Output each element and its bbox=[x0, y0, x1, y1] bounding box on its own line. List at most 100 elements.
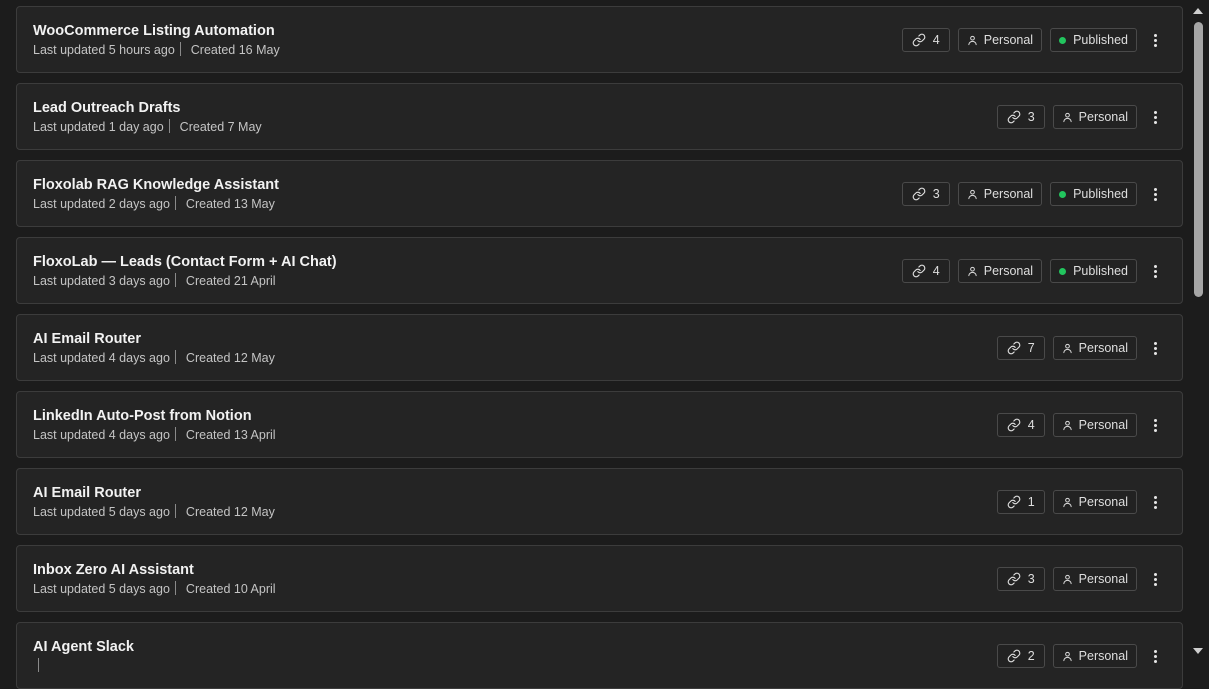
connections-badge[interactable]: 2 bbox=[996, 644, 1045, 668]
created-date: Created 16 May bbox=[190, 43, 280, 57]
status-label: Published bbox=[1073, 187, 1128, 201]
workflow-title[interactable]: AI Email Router bbox=[33, 331, 141, 347]
meta-divider bbox=[174, 273, 176, 287]
connections-badge[interactable]: 7 bbox=[996, 336, 1045, 360]
meta-divider bbox=[174, 581, 176, 595]
workflow-badges: 4 Personal bbox=[996, 412, 1182, 438]
owner-label: Personal bbox=[1078, 649, 1128, 663]
meta-divider bbox=[179, 42, 181, 56]
connections-count: 2 bbox=[1027, 649, 1035, 663]
created-date: Created 12 May bbox=[185, 351, 275, 365]
kebab-menu-icon[interactable] bbox=[1147, 413, 1163, 437]
connections-count: 3 bbox=[1027, 110, 1035, 124]
owner-badge: Personal bbox=[1052, 336, 1137, 360]
workflow-card[interactable]: Inbox Zero AI Assistant Last updated 5 d… bbox=[16, 545, 1183, 612]
workflow-title[interactable]: FloxoLab — Leads (Contact Form + AI Chat… bbox=[33, 254, 337, 270]
workflow-title[interactable]: AI Agent Slack bbox=[33, 639, 134, 655]
connections-badge[interactable]: 4 bbox=[901, 259, 950, 283]
link-icon bbox=[1007, 418, 1021, 432]
kebab-menu-icon[interactable] bbox=[1147, 644, 1163, 668]
published-dot-icon bbox=[1059, 36, 1067, 44]
meta-divider bbox=[174, 427, 176, 441]
owner-label: Personal bbox=[1078, 110, 1128, 124]
connections-badge[interactable]: 1 bbox=[996, 490, 1045, 514]
status-badge: Published bbox=[1050, 259, 1137, 283]
workflow-badges: 3 Personal Published bbox=[901, 181, 1182, 207]
last-updated: Last updated 1 day ago bbox=[33, 120, 164, 134]
workflow-title[interactable]: Inbox Zero AI Assistant bbox=[33, 562, 194, 578]
connections-count: 4 bbox=[1027, 418, 1035, 432]
owner-badge: Personal bbox=[957, 259, 1043, 283]
workflow-title[interactable]: AI Email Router bbox=[33, 485, 141, 501]
meta-divider bbox=[174, 504, 176, 518]
workflow-card[interactable]: LinkedIn Auto-Post from Notion Last upda… bbox=[16, 391, 1183, 458]
workflow-title[interactable]: Floxolab RAG Knowledge Assistant bbox=[33, 177, 279, 193]
connections-count: 1 bbox=[1027, 495, 1035, 509]
person-icon bbox=[1062, 343, 1073, 354]
workflow-card[interactable]: AI Agent Slack 2 Personal bbox=[16, 622, 1183, 689]
owner-badge: Personal bbox=[1052, 567, 1137, 591]
workflow-card[interactable]: Lead Outreach Drafts Last updated 1 day … bbox=[16, 83, 1183, 150]
workflow-meta: Last updated 4 days ago Created 12 May bbox=[33, 350, 275, 365]
published-dot-icon bbox=[1059, 267, 1067, 275]
scrollbar[interactable] bbox=[1187, 0, 1209, 662]
scrollbar-thumb[interactable] bbox=[1194, 22, 1203, 297]
last-updated: Last updated 5 days ago bbox=[33, 505, 170, 519]
kebab-menu-icon[interactable] bbox=[1147, 259, 1163, 283]
workflow-card[interactable]: Floxolab RAG Knowledge Assistant Last up… bbox=[16, 160, 1183, 227]
kebab-menu-icon[interactable] bbox=[1147, 28, 1163, 52]
created-date: Created 7 May bbox=[179, 120, 262, 134]
connections-count: 3 bbox=[1027, 572, 1035, 586]
workflow-title[interactable]: WooCommerce Listing Automation bbox=[33, 23, 275, 39]
status-label: Published bbox=[1073, 33, 1128, 47]
owner-label: Personal bbox=[1078, 572, 1128, 586]
workflow-meta: Last updated 4 days ago Created 13 April bbox=[33, 427, 276, 442]
last-updated: Last updated 4 days ago bbox=[33, 351, 170, 365]
workflow-card[interactable]: AI Email Router Last updated 4 days ago C… bbox=[16, 314, 1183, 381]
link-icon bbox=[1007, 495, 1021, 509]
workflow-card[interactable]: FloxoLab — Leads (Contact Form + AI Chat… bbox=[16, 237, 1183, 304]
workflow-list: WooCommerce Listing Automation Last upda… bbox=[0, 0, 1209, 689]
workflow-card[interactable]: AI Email Router Last updated 5 days ago C… bbox=[16, 468, 1183, 535]
workflow-meta: Last updated 5 days ago Created 12 May bbox=[33, 504, 275, 519]
created-date: Created 12 May bbox=[185, 505, 275, 519]
workflow-badges: 4 Personal Published bbox=[901, 258, 1182, 284]
last-updated: Last updated 5 hours ago bbox=[33, 43, 175, 57]
person-icon bbox=[1062, 651, 1073, 662]
connections-count: 4 bbox=[932, 264, 940, 278]
scroll-up-arrow-icon[interactable] bbox=[1193, 8, 1203, 14]
last-updated: Last updated 3 days ago bbox=[33, 274, 170, 288]
workflow-badges: 7 Personal bbox=[996, 335, 1182, 361]
workflow-card[interactable]: WooCommerce Listing Automation Last upda… bbox=[16, 6, 1183, 73]
kebab-menu-icon[interactable] bbox=[1147, 105, 1163, 129]
workflow-meta: Last updated 3 days ago Created 21 April bbox=[33, 273, 276, 288]
link-icon bbox=[912, 187, 926, 201]
last-updated: Last updated 4 days ago bbox=[33, 428, 170, 442]
link-icon bbox=[912, 33, 926, 47]
connections-badge[interactable]: 3 bbox=[996, 105, 1045, 129]
link-icon bbox=[1007, 572, 1021, 586]
link-icon bbox=[912, 264, 926, 278]
kebab-menu-icon[interactable] bbox=[1147, 336, 1163, 360]
connections-count: 3 bbox=[932, 187, 940, 201]
workflow-title[interactable]: LinkedIn Auto-Post from Notion bbox=[33, 408, 252, 424]
scroll-down-arrow-icon[interactable] bbox=[1193, 648, 1203, 654]
connections-count: 7 bbox=[1027, 341, 1035, 355]
workflow-badges: 3 Personal bbox=[996, 566, 1182, 592]
status-badge: Published bbox=[1050, 182, 1137, 206]
workflow-badges: 3 Personal bbox=[996, 104, 1182, 130]
connections-badge[interactable]: 3 bbox=[901, 182, 950, 206]
workflow-badges: 4 Personal Published bbox=[901, 27, 1182, 53]
workflow-title[interactable]: Lead Outreach Drafts bbox=[33, 100, 180, 116]
kebab-menu-icon[interactable] bbox=[1147, 182, 1163, 206]
person-icon bbox=[967, 189, 978, 200]
workflow-badges: 1 Personal bbox=[996, 489, 1182, 515]
person-icon bbox=[967, 35, 978, 46]
created-date: Created 13 April bbox=[185, 428, 276, 442]
connections-badge[interactable]: 3 bbox=[996, 567, 1045, 591]
link-icon bbox=[1007, 110, 1021, 124]
kebab-menu-icon[interactable] bbox=[1147, 567, 1163, 591]
connections-badge[interactable]: 4 bbox=[901, 28, 950, 52]
kebab-menu-icon[interactable] bbox=[1147, 490, 1163, 514]
connections-badge[interactable]: 4 bbox=[996, 413, 1045, 437]
